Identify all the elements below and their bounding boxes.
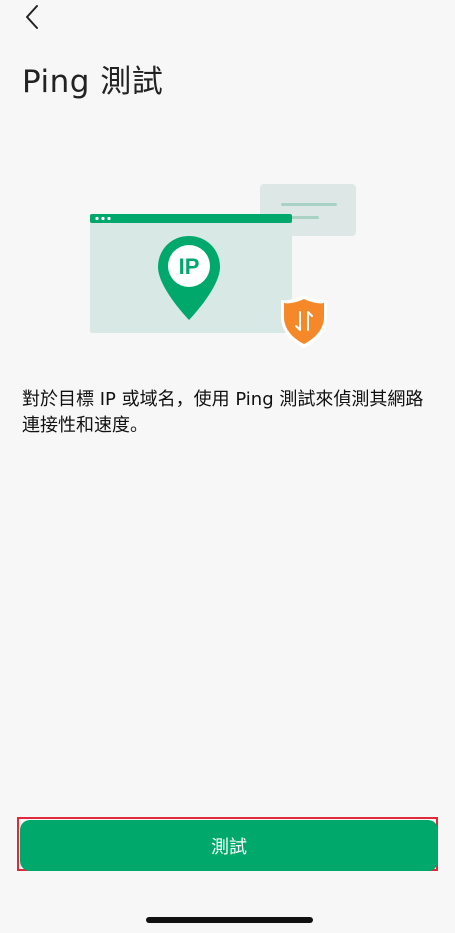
ping-illustration: IP [88, 184, 358, 352]
test-button[interactable]: 測試 [20, 820, 438, 871]
back-button[interactable] [18, 2, 48, 32]
description-text: 對於目標 IP 或域名，使用 Ping 測試來偵測其網路連接性和速度。 [22, 389, 424, 436]
shield-transfer-icon [281, 295, 327, 348]
pin-label: IP [179, 254, 200, 279]
ping-test-screen: Ping 測試 IP 對於目標 IP 或域名，使用 Ping 測試來偵測其網路連… [0, 0, 455, 933]
page-title: Ping 測試 [22, 64, 164, 100]
home-indicator[interactable] [146, 917, 313, 923]
chevron-left-icon [26, 5, 38, 29]
